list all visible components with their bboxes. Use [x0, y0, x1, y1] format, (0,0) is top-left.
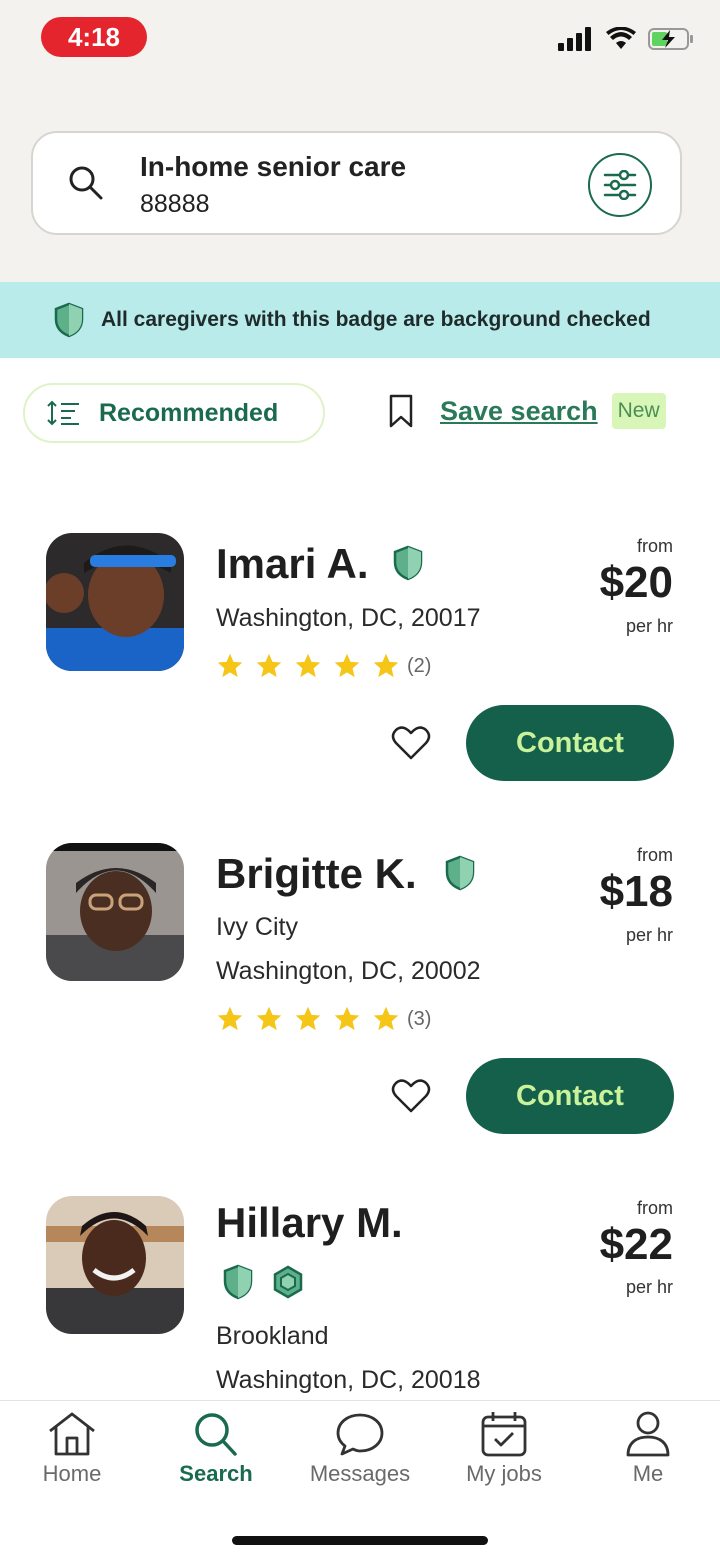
tab-messages[interactable]: Messages: [288, 1411, 432, 1487]
star-icon: [217, 653, 243, 678]
avatar: [46, 1196, 184, 1334]
price: $22: [599, 1220, 673, 1269]
star-icon: [256, 1006, 282, 1031]
wifi-icon: [606, 27, 636, 49]
tab-label: Home: [42, 1461, 102, 1486]
price-from: from: [637, 845, 673, 865]
review-count: (3): [407, 1007, 432, 1030]
caregiver-location: Washington, DC, 20002: [216, 957, 481, 985]
bookmark-icon: [389, 394, 413, 428]
background-check-banner: All caregivers with this badge are backg…: [0, 282, 720, 358]
sliders-icon: [603, 170, 637, 200]
tab-home[interactable]: Home: [0, 1411, 144, 1487]
star-icon: [334, 1006, 360, 1031]
star-icon: [373, 653, 399, 678]
home-indicator[interactable]: [232, 1536, 488, 1545]
gem-badge-icon: [273, 1265, 303, 1299]
tab-label: My jobs: [466, 1461, 542, 1486]
rating-stars: (2): [216, 652, 431, 680]
tab-label: Messages: [309, 1461, 411, 1486]
save-search[interactable]: Save search New: [388, 393, 666, 429]
price: $20: [599, 558, 673, 607]
status-icons: [558, 27, 694, 51]
search-zip: 88888: [140, 190, 210, 218]
caregiver-neighborhood: Ivy City: [216, 913, 298, 941]
star-icon: [334, 653, 360, 678]
caregiver-name[interactable]: Hillary M.: [216, 1199, 403, 1247]
price-from: from: [637, 1198, 673, 1218]
shield-badge-icon: [54, 302, 84, 338]
search-icon: [195, 1413, 237, 1456]
price: $18: [599, 867, 673, 916]
signal-icon: [558, 27, 591, 51]
caregiver-neighborhood: Brookland: [216, 1322, 329, 1350]
sort-icon: [47, 400, 79, 426]
new-badge: New: [611, 393, 666, 429]
star-icon: [295, 653, 321, 678]
rating-stars: (3): [216, 1005, 431, 1033]
status-time: 4:18: [41, 17, 147, 57]
sort-label: Recommended: [99, 398, 279, 427]
caregiver-name[interactable]: Brigitte K.: [216, 850, 417, 898]
tab-my-jobs[interactable]: My jobs: [432, 1411, 576, 1487]
caregiver-name[interactable]: Imari A.: [216, 540, 369, 588]
star-icon: [217, 1006, 243, 1031]
avatar: [46, 843, 184, 981]
message-icon: [336, 1413, 384, 1456]
contact-button[interactable]: Contact: [466, 705, 674, 781]
tab-label: Me: [632, 1461, 664, 1486]
tab-me[interactable]: Me: [576, 1411, 720, 1487]
review-count: (2): [407, 654, 432, 677]
filter-button[interactable]: [588, 153, 652, 217]
search-summary-card[interactable]: In-home senior care 88888: [31, 131, 682, 235]
star-icon: [256, 653, 282, 678]
shield-badge-icon: [223, 1264, 253, 1300]
price-from: from: [637, 536, 673, 556]
sort-button[interactable]: Recommended: [23, 383, 325, 443]
tab-search[interactable]: Search: [144, 1411, 288, 1487]
banner-text: All caregivers with this badge are backg…: [101, 308, 651, 331]
contact-button[interactable]: Contact: [466, 1058, 674, 1134]
caregiver-location: Washington, DC, 20018: [216, 1366, 481, 1394]
shield-badge-icon: [445, 855, 475, 891]
search-icon: [69, 166, 103, 200]
star-icon: [373, 1006, 399, 1031]
calendar-check-icon: [481, 1412, 527, 1457]
heart-icon[interactable]: [391, 725, 431, 761]
person-icon: [626, 1411, 670, 1457]
price-unit: per hr: [625, 925, 673, 945]
battery-icon: [648, 28, 693, 50]
shield-badge-icon: [393, 545, 423, 581]
save-search-link[interactable]: Save search: [440, 396, 598, 427]
price-unit: per hr: [625, 1277, 673, 1297]
tab-label: Search: [179, 1461, 253, 1486]
caregiver-location: Washington, DC, 20017: [216, 604, 481, 632]
heart-icon[interactable]: [391, 1078, 431, 1114]
search-service: In-home senior care: [140, 151, 407, 182]
home-icon: [49, 1412, 95, 1456]
avatar: [46, 533, 184, 671]
price-unit: per hr: [625, 616, 673, 636]
star-icon: [295, 1006, 321, 1031]
